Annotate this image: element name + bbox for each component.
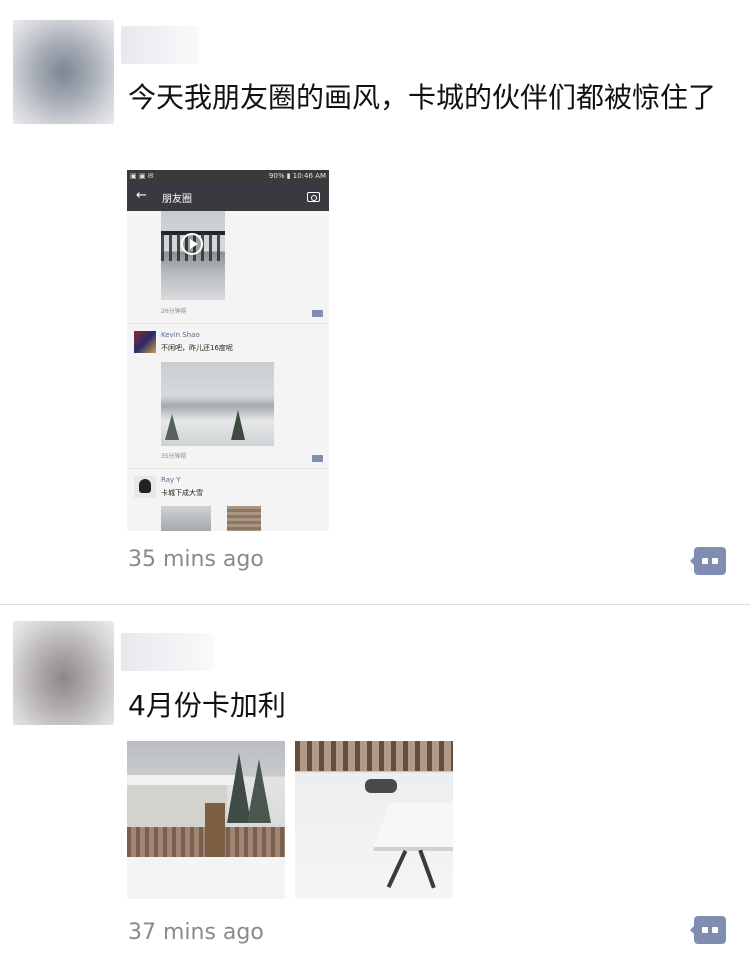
comment-bubble-icon: [702, 927, 708, 933]
back-arrow-icon: ←: [136, 188, 147, 203]
post-timestamp: 35 mins ago: [128, 547, 264, 572]
post-divider: [0, 604, 750, 605]
comment-bubble-icon: [702, 558, 708, 564]
post-text: 今天我朋友圈的画风，卡城的伙伴们都被惊住了: [128, 81, 717, 114]
moments-title: 朋友圈: [162, 194, 192, 205]
play-icon: [181, 233, 203, 255]
entry-time: 35分钟前: [161, 453, 187, 460]
status-right: 90% ▮ 10:46 AM: [268, 172, 326, 180]
video-thumbnail: [161, 211, 225, 300]
moment-post: 4月份卡加利 37 mins ago: [0, 606, 750, 966]
avatar[interactable]: [13, 20, 114, 124]
avatar[interactable]: [13, 621, 114, 725]
username-placeholder[interactable]: [121, 633, 215, 671]
entry-photo: [161, 506, 211, 531]
post-text: 4月份卡加利: [128, 689, 286, 722]
status-left: ▣ ▣ ✉: [130, 172, 154, 180]
divider: [127, 468, 329, 469]
avatar: [134, 331, 156, 353]
post-photo[interactable]: [295, 741, 453, 899]
entry-username: Ray Y: [161, 476, 181, 484]
phone-status-bar: ▣ ▣ ✉ 90% ▮ 10:46 AM: [127, 170, 329, 183]
post-photo[interactable]: [127, 741, 285, 899]
moments-app-bar: ← 朋友圈: [127, 183, 329, 211]
avatar: [134, 476, 156, 498]
camera-icon: [307, 192, 320, 202]
comment-button[interactable]: [690, 916, 726, 944]
comment-button[interactable]: [690, 547, 726, 575]
entry-time: 26分钟前: [161, 308, 187, 315]
entry-photo: [161, 362, 274, 446]
entry-text: 不闲吧，昨儿还16度呢: [161, 344, 233, 352]
entry-username: Kevin Shao: [161, 331, 200, 339]
comment-icon: [312, 455, 323, 462]
username-placeholder[interactable]: [121, 26, 199, 64]
comment-icon: [312, 310, 323, 317]
moment-post: 今天我朋友圈的画风，卡城的伙伴们都被惊住了 ▣ ▣ ✉ 90% ▮ 10:46 …: [0, 0, 750, 605]
entry-text: 卡城下成大雪: [161, 489, 203, 497]
embedded-screenshot[interactable]: ▣ ▣ ✉ 90% ▮ 10:46 AM ← 朋友圈 26分钟前 Kevin S…: [127, 170, 329, 531]
post-timestamp: 37 mins ago: [128, 920, 264, 945]
divider: [127, 323, 329, 324]
entry-photo: [227, 506, 261, 531]
